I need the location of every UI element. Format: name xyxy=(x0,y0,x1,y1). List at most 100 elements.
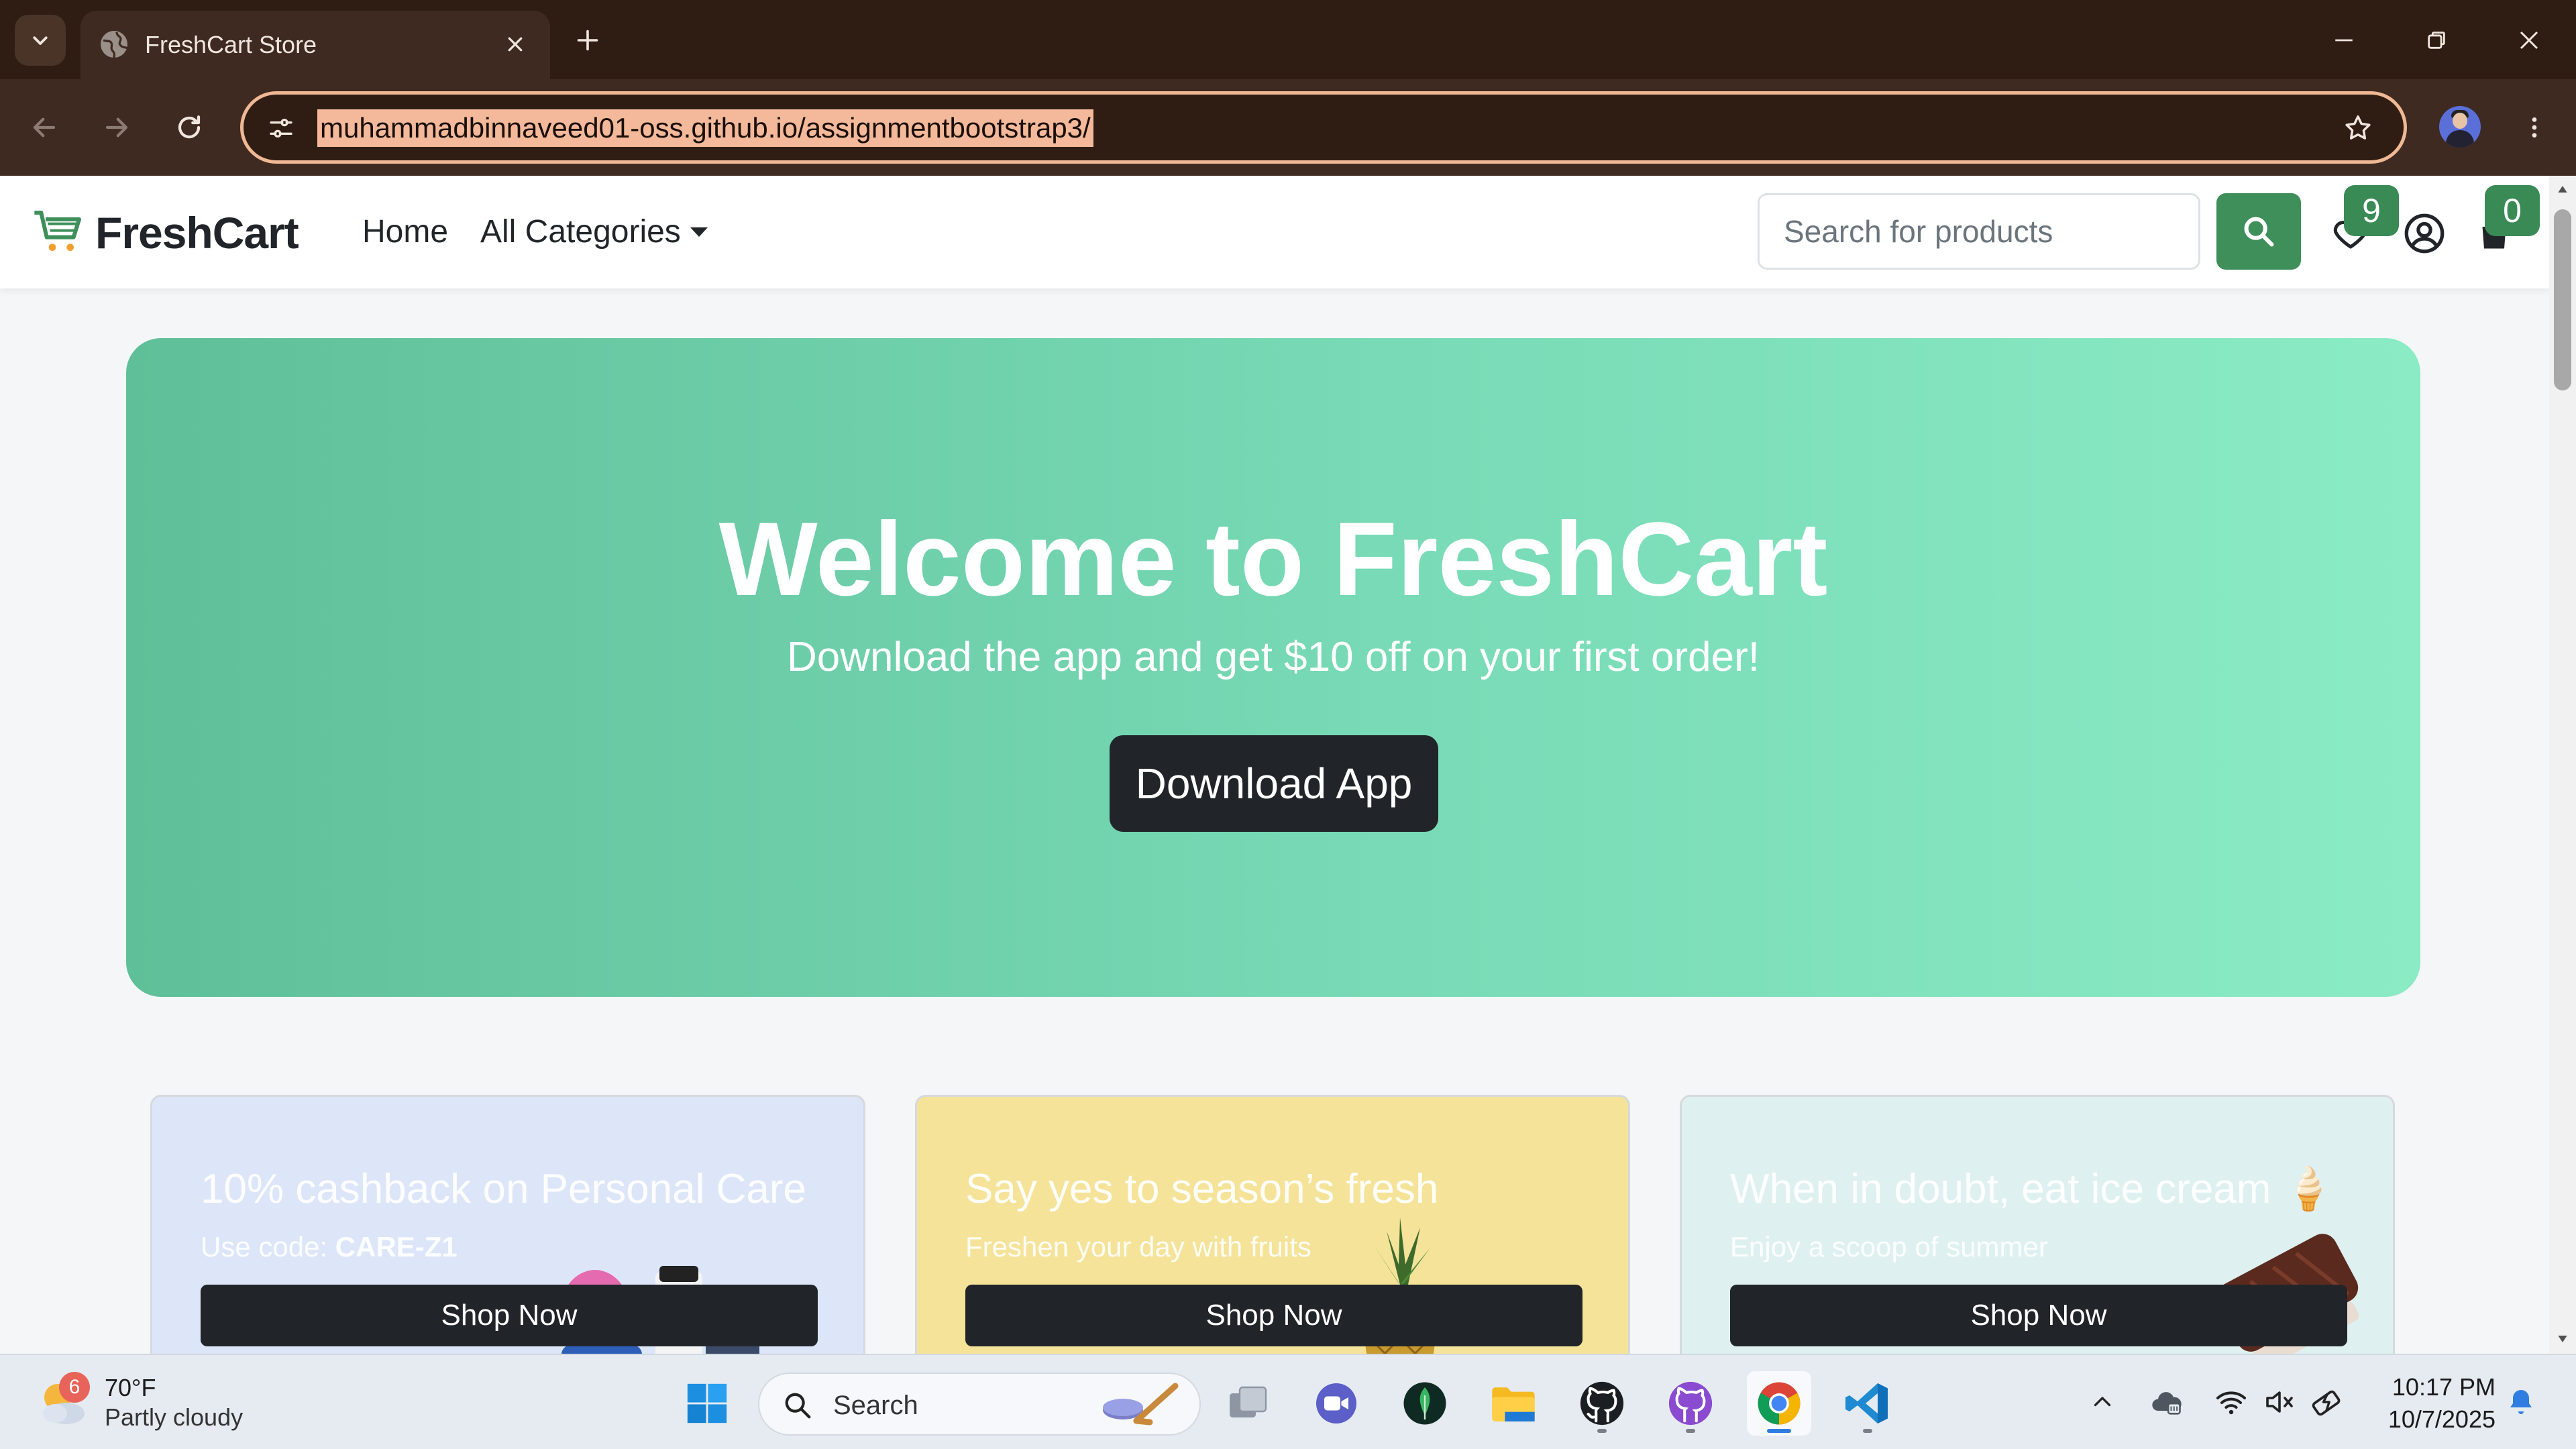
search-icon xyxy=(785,1393,811,1419)
shop-now-button[interactable]: Shop Now xyxy=(965,1285,1582,1346)
plus-icon xyxy=(577,30,598,51)
tab-title: FreshCart Store xyxy=(145,31,317,58)
partly-cloudy-icon: 6 xyxy=(34,1372,93,1432)
forward-button[interactable] xyxy=(95,106,138,149)
profile-avatar[interactable] xyxy=(2439,106,2481,148)
task-view-icon xyxy=(1230,1386,1267,1417)
taskbar-app-github-desktop[interactable] xyxy=(1658,1371,1723,1436)
cloud-icon xyxy=(2152,1392,2182,1415)
chrome-icon xyxy=(1758,1382,1801,1425)
taskbar-app-teams[interactable] xyxy=(1304,1371,1368,1436)
vscode-icon xyxy=(1845,1383,1888,1424)
page-viewport: FreshCart Home All Categories 9 0 Welcom… xyxy=(0,176,2549,1354)
weather-description: Partly cloudy xyxy=(105,1403,244,1431)
system-clock[interactable]: 10:17 PM 10/7/2025 xyxy=(2368,1371,2496,1436)
reload-icon xyxy=(178,115,201,139)
brand-logo[interactable]: FreshCart xyxy=(32,203,299,263)
card-subtitle: Use code: CARE-Z1 xyxy=(201,1228,458,1266)
restore-button[interactable] xyxy=(2415,19,2458,62)
nav-home-link[interactable]: Home xyxy=(362,212,448,252)
site-info-button[interactable] xyxy=(264,111,299,146)
tab-search-button[interactable] xyxy=(15,15,66,66)
github-desktop-icon xyxy=(1668,1381,1713,1426)
shopping-cart-icon xyxy=(34,211,81,251)
new-tab-button[interactable] xyxy=(568,20,608,60)
folder-icon xyxy=(1492,1387,1535,1421)
task-view-button[interactable] xyxy=(1216,1371,1280,1436)
search-icon xyxy=(2244,217,2274,247)
caret-down-icon xyxy=(690,227,708,237)
scroll-up-arrow[interactable] xyxy=(2555,181,2571,197)
minimize-button[interactable] xyxy=(2322,19,2365,62)
taskbar-search-box[interactable]: Search xyxy=(758,1373,1201,1436)
account-button[interactable] xyxy=(2399,208,2450,259)
weather-temperature: 70°F xyxy=(105,1374,156,1401)
taskbar-search-label: Search xyxy=(833,1391,918,1420)
star-icon xyxy=(2345,115,2371,140)
download-app-button[interactable]: Download App xyxy=(1110,735,1438,832)
minimize-icon xyxy=(2335,39,2353,42)
scrollbar-thumb[interactable] xyxy=(2554,209,2571,390)
promo-card-seasonal-fresh: Say yes to season’s fresh Freshen your d… xyxy=(915,1095,1630,1354)
triangle-down-icon xyxy=(2558,1336,2567,1342)
taskbar-app-file-explorer[interactable] xyxy=(1481,1371,1546,1436)
hero-title: Welcome to FreshCart xyxy=(718,501,1828,618)
address-bar[interactable]: muhammadbinnaveed01-oss.github.io/assign… xyxy=(240,91,2407,164)
scroll-down-arrow[interactable] xyxy=(2555,1331,2571,1347)
card-subtitle: Enjoy a scoop of summer xyxy=(1730,1231,2048,1263)
globe-icon xyxy=(101,31,129,58)
wifi-tray-button[interactable] xyxy=(2211,1382,2251,1422)
tab-close-button[interactable] xyxy=(498,27,533,62)
nav-categories-dropdown[interactable]: All Categories xyxy=(480,212,708,252)
taskbar-app-vscode[interactable] xyxy=(1835,1371,1900,1436)
promo-code: CARE-Z1 xyxy=(335,1231,458,1263)
volume-tray-button[interactable] xyxy=(2259,1382,2300,1422)
shop-now-button[interactable]: Shop Now xyxy=(201,1285,818,1346)
back-button[interactable] xyxy=(23,106,66,149)
notifications-button[interactable] xyxy=(2501,1382,2541,1422)
onedrive-tray-button[interactable] xyxy=(2147,1382,2187,1422)
hero-subtitle: Download the app and get $10 off on your… xyxy=(787,634,1760,680)
weather-widget[interactable]: 6 70°F Partly cloudy xyxy=(34,1367,243,1438)
windows-taskbar: 6 70°F Partly cloudy Search 10:17 PM 10/… xyxy=(0,1354,2576,1449)
triangle-up-icon xyxy=(2558,186,2567,193)
taskbar-app-chrome[interactable] xyxy=(1747,1371,1811,1436)
clock-time: 10:17 PM xyxy=(2392,1373,2496,1401)
search-button[interactable] xyxy=(2216,193,2301,270)
chevron-up-icon xyxy=(2094,1397,2111,1407)
start-button[interactable] xyxy=(675,1371,739,1436)
shop-now-button[interactable]: Shop Now xyxy=(1730,1285,2347,1346)
chevron-down-icon xyxy=(33,36,48,45)
browser-tab[interactable]: FreshCart Store xyxy=(80,11,550,79)
ice-cream-icon: 🍦 xyxy=(2282,1166,2334,1212)
product-search-input[interactable] xyxy=(1758,193,2200,270)
card-subtitle: Freshen your day with fruits xyxy=(965,1231,1311,1263)
reload-button[interactable] xyxy=(168,106,211,149)
arrow-left-icon xyxy=(33,117,56,138)
wifi-icon xyxy=(2216,1391,2246,1415)
brand-name: FreshCart xyxy=(95,208,299,258)
battery-tray-button[interactable] xyxy=(2308,1382,2348,1422)
volume-muted-icon xyxy=(2266,1391,2293,1413)
hero-banner: Welcome to FreshCart Download the app an… xyxy=(126,338,2420,997)
hockey-search-highlight-icon xyxy=(1103,1383,1179,1426)
taskbar-app-mongodb[interactable] xyxy=(1393,1371,1457,1436)
github-icon xyxy=(1580,1381,1624,1426)
url-text[interactable]: muhammadbinnaveed01-oss.github.io/assign… xyxy=(317,109,1093,147)
show-hidden-icons-button[interactable] xyxy=(2082,1382,2123,1422)
video-chat-icon xyxy=(1316,1383,1356,1424)
bell-icon xyxy=(2510,1390,2532,1414)
restore-icon xyxy=(2428,32,2445,49)
card-subtitle-text: Use code: xyxy=(201,1231,335,1263)
browser-tab-strip: FreshCart Store xyxy=(0,0,2576,79)
browser-menu-button[interactable] xyxy=(2513,106,2556,149)
more-vertical-icon xyxy=(2532,117,2537,138)
bookmark-button[interactable] xyxy=(2339,109,2377,147)
page-scrollbar[interactable] xyxy=(2549,176,2576,1354)
taskbar-app-github[interactable] xyxy=(1570,1371,1634,1436)
close-window-button[interactable] xyxy=(2508,19,2551,62)
site-navbar: FreshCart Home All Categories 9 0 xyxy=(0,176,2549,288)
nav-categories-label: All Categories xyxy=(480,214,681,250)
arrow-right-icon xyxy=(105,117,128,138)
windows-logo-icon xyxy=(687,1383,727,1424)
